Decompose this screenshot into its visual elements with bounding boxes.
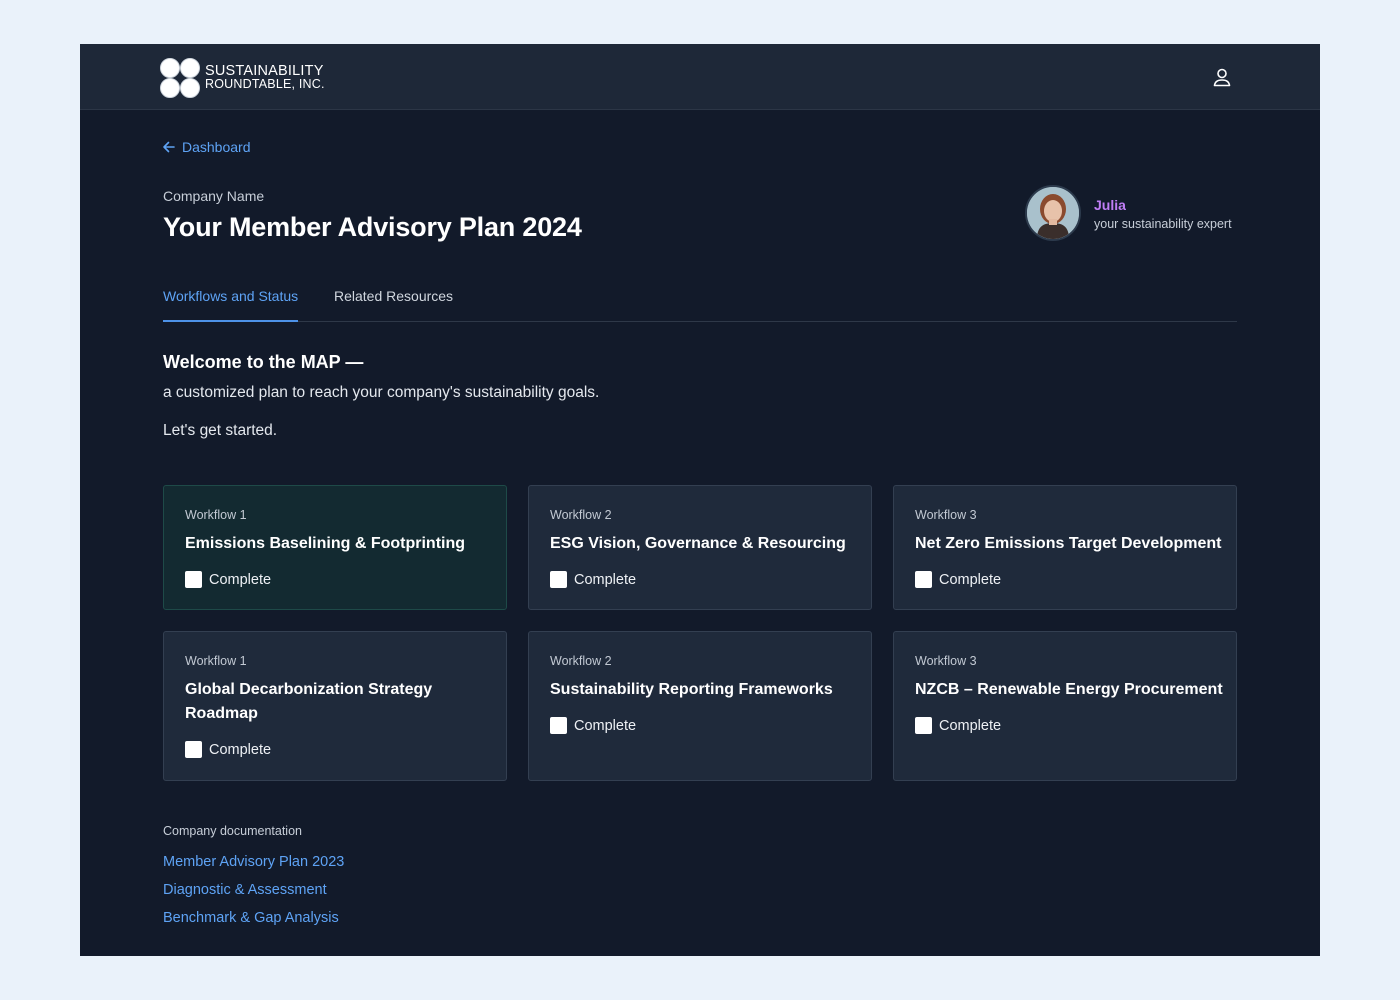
page-title: Your Member Advisory Plan 2024 [163,212,582,242]
doc-link-member-advisory-plan-2023[interactable]: Member Advisory Plan 2023 [163,854,344,870]
complete-checkbox[interactable] [915,571,932,588]
complete-checkbox[interactable] [550,717,567,734]
workflow-title: Emissions Baselining & Footprinting [185,535,466,552]
docs-section-title: Company documentation [163,824,302,838]
workflow-title: Global Decarbonization Strategy Roadmap [185,681,433,722]
workflow-title: Sustainability Reporting Frameworks [550,681,833,698]
workflow-title: Net Zero Emissions Target Development [915,535,1222,552]
workflow-card[interactable]: Workflow 2 ESG Vision, Governance & Reso… [528,485,872,610]
workflow-card[interactable]: Workflow 3 NZCB – Renewable Energy Procu… [893,631,1237,781]
workflow-card[interactable]: Workflow 3 Net Zero Emissions Target Dev… [893,485,1237,610]
complete-label: Complete [939,717,1002,734]
welcome-start: Let's get started. [163,422,278,439]
user-profile-button[interactable] [1210,65,1234,89]
workflow-number: Workflow 2 [550,654,612,668]
app-window: SUSTAINABILITY ROUNDTABLE, INC. Dashboar… [80,44,1320,956]
arrow-left-icon [163,141,175,153]
complete-checkbox-row[interactable]: Complete [185,741,271,758]
complete-checkbox[interactable] [185,741,202,758]
logo-text: SUSTAINABILITY ROUNDTABLE, INC. [205,64,325,91]
top-header: SUSTAINABILITY ROUNDTABLE, INC. [80,44,1320,110]
complete-checkbox[interactable] [550,571,567,588]
welcome-subtitle: a customized plan to reach your company'… [163,384,600,401]
doc-link-benchmark-gap-analysis[interactable]: Benchmark & Gap Analysis [163,910,339,926]
company-logo[interactable]: SUSTAINABILITY ROUNDTABLE, INC. [160,58,325,98]
complete-checkbox-row[interactable]: Complete [915,571,1001,588]
tab-related-resources[interactable]: Related Resources [334,288,453,304]
doc-link-diagnostic-assessment[interactable]: Diagnostic & Assessment [163,882,327,898]
tab-bar: Workflows and Status Related Resources [163,280,1237,322]
expert-avatar [1025,185,1081,241]
workflow-card[interactable]: Workflow 1 Emissions Baselining & Footpr… [163,485,507,610]
complete-checkbox[interactable] [915,717,932,734]
workflow-number: Workflow 2 [550,508,612,522]
user-icon [1213,68,1231,87]
complete-checkbox-row[interactable]: Complete [915,717,1001,734]
logo-line2: ROUNDTABLE, INC. [205,77,325,91]
back-link-label[interactable]: Dashboard [182,139,251,155]
complete-label: Complete [209,571,272,588]
workflow-number: Workflow 1 [185,654,247,668]
tab-workflows-and-status[interactable]: Workflows and Status [163,288,299,322]
workflow-number: Workflow 3 [915,654,977,668]
welcome-title: Welcome to the MAP — [163,352,364,372]
workflow-number: Workflow 1 [185,508,247,522]
logo-mark [160,58,200,98]
workflow-card[interactable]: Workflow 1 Global Decarbonization Strate… [163,631,507,781]
expert-card: Julia your sustainability expert [1025,185,1285,241]
expert-role: your sustainability expert [1094,217,1232,231]
complete-label: Complete [209,741,272,758]
complete-label: Complete [574,717,637,734]
back-to-dashboard-link[interactable]: Dashboard [162,139,251,155]
complete-checkbox-row[interactable]: Complete [550,571,636,588]
complete-checkbox-row[interactable]: Complete [550,717,636,734]
company-name: Company Name [163,188,265,204]
complete-checkbox-row[interactable]: Complete [185,571,271,588]
expert-name: Julia [1094,197,1126,213]
complete-checkbox[interactable] [185,571,202,588]
workflow-card[interactable]: Workflow 2 Sustainability Reporting Fram… [528,631,872,781]
complete-label: Complete [939,571,1002,588]
workflow-title: NZCB – Renewable Energy Procurement [915,681,1223,698]
workflow-title: ESG Vision, Governance & Resourcing [550,535,846,552]
complete-label: Complete [574,571,637,588]
workflow-number: Workflow 3 [915,508,977,522]
